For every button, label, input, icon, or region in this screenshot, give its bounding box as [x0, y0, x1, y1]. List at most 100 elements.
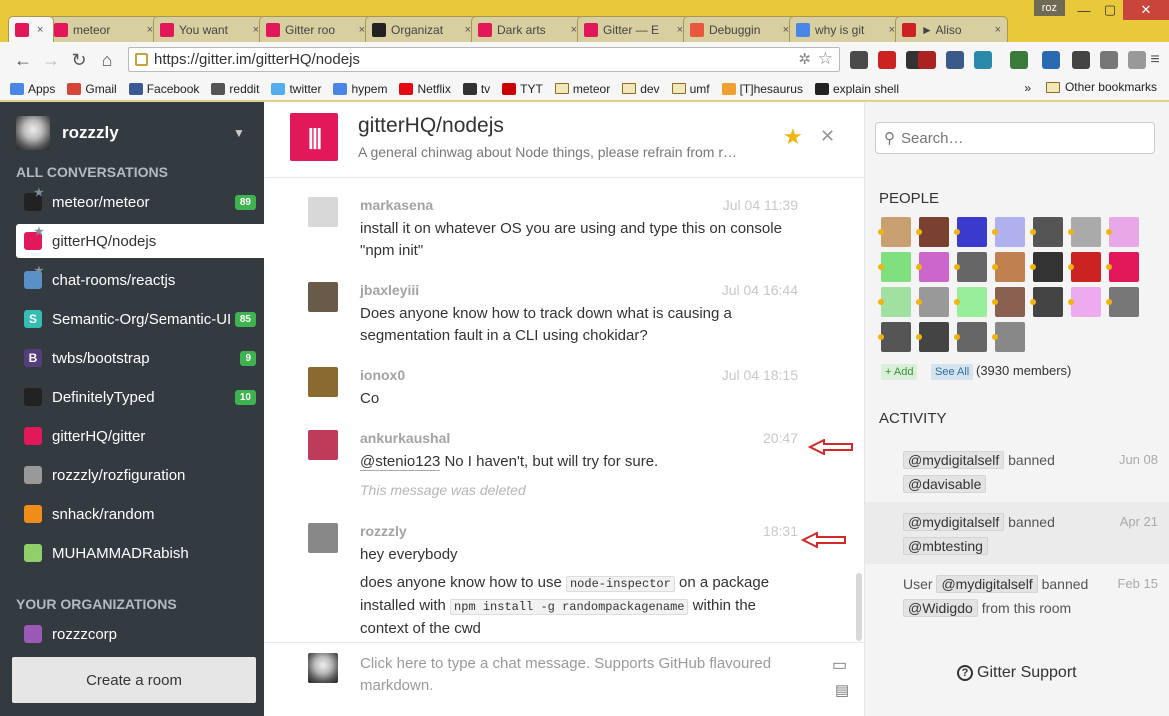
- member-avatar[interactable]: [957, 252, 987, 282]
- bookmark-star-icon[interactable]: ☆: [818, 49, 833, 69]
- chat-mode-icon[interactable]: ▭: [832, 655, 847, 675]
- extension-trello-icon[interactable]: [1042, 51, 1060, 69]
- avatar[interactable]: [308, 197, 338, 227]
- member-avatar[interactable]: [1071, 287, 1101, 317]
- browser-tab[interactable]: Gitter roo ×: [259, 16, 372, 42]
- member-avatar[interactable]: [995, 287, 1025, 317]
- bookmark-item[interactable]: Apps: [10, 82, 55, 96]
- avatar[interactable]: [308, 523, 338, 553]
- gitter-support-link[interactable]: ? Gitter Support: [957, 664, 1077, 682]
- browser-tab[interactable]: why is git ×: [789, 16, 902, 42]
- message-username[interactable]: rozzzly: [360, 523, 407, 539]
- sidebar-room-item[interactable]: snhack/random: [16, 497, 264, 531]
- see-all-button[interactable]: See All: [931, 364, 974, 380]
- bookmark-item[interactable]: Gmail: [67, 82, 117, 96]
- bookmark-item[interactable]: reddit: [211, 82, 259, 96]
- user-profile[interactable]: rozzzly: [16, 116, 119, 150]
- message-username[interactable]: jbaxleyiii: [360, 282, 419, 298]
- close-tab-icon[interactable]: ×: [37, 24, 43, 36]
- search-input[interactable]: [901, 129, 1141, 147]
- forward-icon[interactable]: →: [40, 49, 62, 71]
- close-window-icon[interactable]: ✕: [1123, 0, 1169, 20]
- extension-books-icon[interactable]: [946, 51, 964, 69]
- bookmark-item[interactable]: umf: [671, 82, 710, 96]
- browser-tab[interactable]: You want ×: [153, 16, 266, 42]
- message-username[interactable]: markasena: [360, 197, 433, 213]
- member-avatar[interactable]: [995, 217, 1025, 247]
- member-avatar[interactable]: [995, 252, 1025, 282]
- member-avatar[interactable]: [1033, 217, 1063, 247]
- sidebar-room-item[interactable]: rozzzly/rozfiguration: [16, 458, 264, 492]
- extension-shield-icon[interactable]: [1100, 51, 1118, 69]
- browser-tab[interactable]: Debuggin ×: [683, 16, 796, 42]
- home-icon[interactable]: ⌂: [96, 49, 118, 71]
- url-text[interactable]: https://gitter.im/gitterHQ/nodejs: [154, 51, 360, 68]
- profile-badge[interactable]: roz: [1033, 0, 1065, 16]
- bookmark-item[interactable]: dev: [622, 82, 660, 96]
- search-box[interactable]: ⚲: [875, 122, 1155, 154]
- member-avatar[interactable]: [1109, 287, 1139, 317]
- create-room-button[interactable]: Create a room: [12, 657, 256, 703]
- chat-input[interactable]: Click here to type a chat message. Suppo…: [360, 653, 800, 697]
- browser-tab[interactable]: meteor ×: [47, 16, 160, 42]
- chevron-down-icon[interactable]: ▼: [233, 126, 245, 140]
- message-timestamp[interactable]: 20:47: [763, 430, 798, 446]
- member-avatar[interactable]: [881, 217, 911, 247]
- extension-recycle-icon[interactable]: [850, 51, 868, 69]
- extension-ublock-icon[interactable]: [918, 51, 936, 69]
- back-icon[interactable]: ←: [12, 49, 34, 71]
- bookmark-item[interactable]: tv: [462, 82, 490, 96]
- browser-tab[interactable]: Dark arts ×: [471, 16, 584, 42]
- bookmark-item[interactable]: hypem: [333, 82, 387, 96]
- other-bookmarks-folder[interactable]: Other bookmarks: [1045, 80, 1157, 94]
- sidebar-org-item[interactable]: rozzzcorp: [16, 617, 264, 651]
- minimize-icon[interactable]: —: [1071, 0, 1097, 20]
- message-timestamp[interactable]: Jul 04 11:39: [723, 197, 798, 213]
- member-avatar[interactable]: [1033, 252, 1063, 282]
- add-people-button[interactable]: + Add: [881, 364, 918, 380]
- maximize-icon[interactable]: ▢: [1097, 0, 1123, 20]
- sidebar-room-item[interactable]: ★ gitterHQ/nodejs: [16, 224, 264, 258]
- member-avatar[interactable]: [919, 287, 949, 317]
- member-avatar[interactable]: [957, 217, 987, 247]
- activity-actor[interactable]: @mydigitalself: [936, 575, 1038, 593]
- avatar[interactable]: [308, 282, 338, 312]
- member-avatar[interactable]: [881, 322, 911, 352]
- bookmark-item[interactable]: Facebook: [128, 82, 199, 96]
- room-topic[interactable]: A general chinwag about Node things, ple…: [358, 144, 773, 160]
- member-avatar[interactable]: [919, 252, 949, 282]
- browser-tab[interactable]: ► Aliso ×: [895, 16, 1008, 42]
- extension-lastpass-icon[interactable]: [878, 51, 896, 69]
- member-avatar[interactable]: [1033, 287, 1063, 317]
- extension-react-icon[interactable]: [974, 51, 992, 69]
- settings-tools-icon[interactable]: ✕: [820, 126, 835, 147]
- message-username[interactable]: ankurkaushal: [360, 430, 450, 446]
- extension-evernote-icon[interactable]: [1010, 51, 1028, 69]
- member-avatar[interactable]: [1071, 217, 1101, 247]
- browser-tab[interactable]: Gitter — E ×: [577, 16, 690, 42]
- member-avatar[interactable]: [1109, 252, 1139, 282]
- sidebar-room-item[interactable]: Btwbs/bootstrap 9: [16, 341, 264, 375]
- activity-actor[interactable]: @mydigitalself: [903, 513, 1005, 531]
- bookmark-item[interactable]: [T]hesaurus: [721, 82, 803, 96]
- reload-icon[interactable]: ↻: [68, 49, 90, 71]
- browser-tab[interactable]: ×: [8, 16, 54, 42]
- member-avatar[interactable]: [919, 217, 949, 247]
- bookmark-item[interactable]: Netflix: [399, 82, 451, 96]
- markdown-help-icon[interactable]: ▤: [835, 681, 849, 699]
- bookmarks-overflow-icon[interactable]: »: [1024, 81, 1031, 95]
- member-avatar[interactable]: [919, 322, 949, 352]
- message-timestamp[interactable]: 18:31: [763, 523, 798, 539]
- bookmark-item[interactable]: twitter: [271, 82, 321, 96]
- extension-gear-icon[interactable]: ✲: [798, 50, 811, 68]
- address-bar[interactable]: https://gitter.im/gitterHQ/nodejs ✲ ☆: [128, 47, 840, 72]
- extension-octocat-icon[interactable]: [1072, 51, 1090, 69]
- sidebar-room-item[interactable]: ★ chat-rooms/reactjs: [16, 263, 264, 297]
- member-avatar[interactable]: [881, 287, 911, 317]
- browser-tab[interactable]: Organizat ×: [365, 16, 478, 42]
- sidebar-room-item[interactable]: gitterHQ/gitter: [16, 419, 264, 453]
- bookmark-item[interactable]: explain shell: [814, 82, 899, 96]
- activity-actor[interactable]: @mydigitalself: [903, 451, 1005, 469]
- activity-target[interactable]: @davisable: [903, 475, 987, 493]
- activity-target[interactable]: @Widigdo: [903, 599, 978, 617]
